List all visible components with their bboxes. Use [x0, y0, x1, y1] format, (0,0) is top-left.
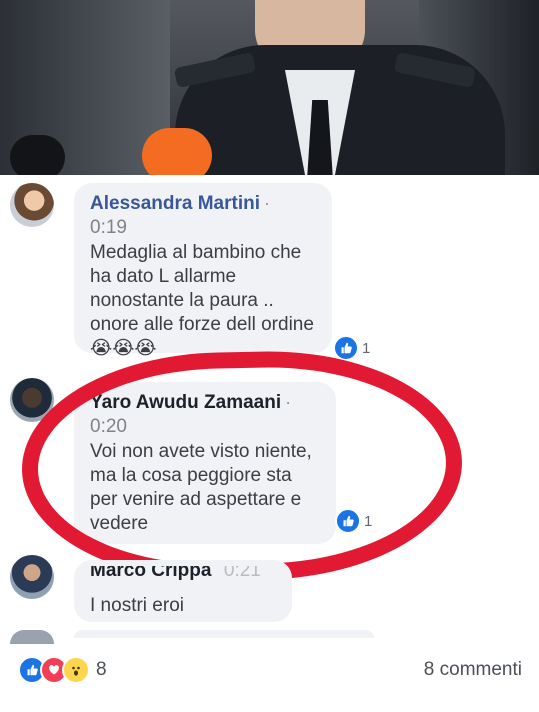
comment-author[interactable]: Marco Crippa — [90, 566, 211, 581]
thumbs-up-icon — [335, 508, 361, 534]
wow-reaction-icon — [62, 656, 90, 684]
like-count-value: 1 — [364, 512, 373, 530]
avatar[interactable] — [10, 183, 54, 227]
photo-microphone-2 — [10, 135, 65, 175]
comment-bubble: Marco Crippa 0:21 I nostri eroi — [74, 560, 292, 622]
comment-text: Voi non avete visto niente, ma la cosa p… — [90, 441, 312, 534]
avatar[interactable] — [10, 630, 54, 644]
comment-time[interactable]: 0:21 — [224, 566, 261, 581]
post-footer: 8 8 commenti — [0, 650, 539, 690]
comment-bubble — [74, 630, 374, 638]
separator-dot: · — [264, 193, 270, 213]
comment-author[interactable]: Yaro Awudu Zamaani — [90, 392, 281, 413]
comment-author[interactable]: Alessandra Martini — [90, 193, 260, 214]
comment-time[interactable]: 0:19 — [90, 217, 318, 239]
like-count-value: 1 — [362, 339, 371, 357]
comments-count[interactable]: 8 commenti — [424, 659, 522, 681]
avatar[interactable] — [10, 555, 54, 599]
comment-bubble: Yaro Awudu Zamaani · 0:20 Voi non avete v… — [74, 382, 336, 544]
comment-text: Medaglia al bambino che ha dato L allarm… — [90, 242, 314, 359]
emoji-crying: 😭😭😭 — [90, 338, 157, 359]
separator-dot: · — [285, 392, 292, 412]
like-count[interactable]: 1 — [335, 508, 372, 534]
comment-text: I nostri eroi — [90, 595, 184, 616]
post-photo[interactable] — [0, 0, 539, 175]
reaction-count: 8 — [96, 659, 107, 680]
photo-microphone — [142, 128, 212, 175]
comment-bubble: Alessandra Martini · 0:19 Medaglia al bam… — [74, 183, 332, 359]
reactions-summary[interactable]: 8 — [18, 656, 107, 684]
comment-time[interactable]: 0:20 — [90, 416, 322, 438]
thumbs-up-icon — [333, 335, 359, 361]
like-count[interactable]: 1 — [333, 335, 370, 361]
avatar[interactable] — [10, 378, 54, 422]
